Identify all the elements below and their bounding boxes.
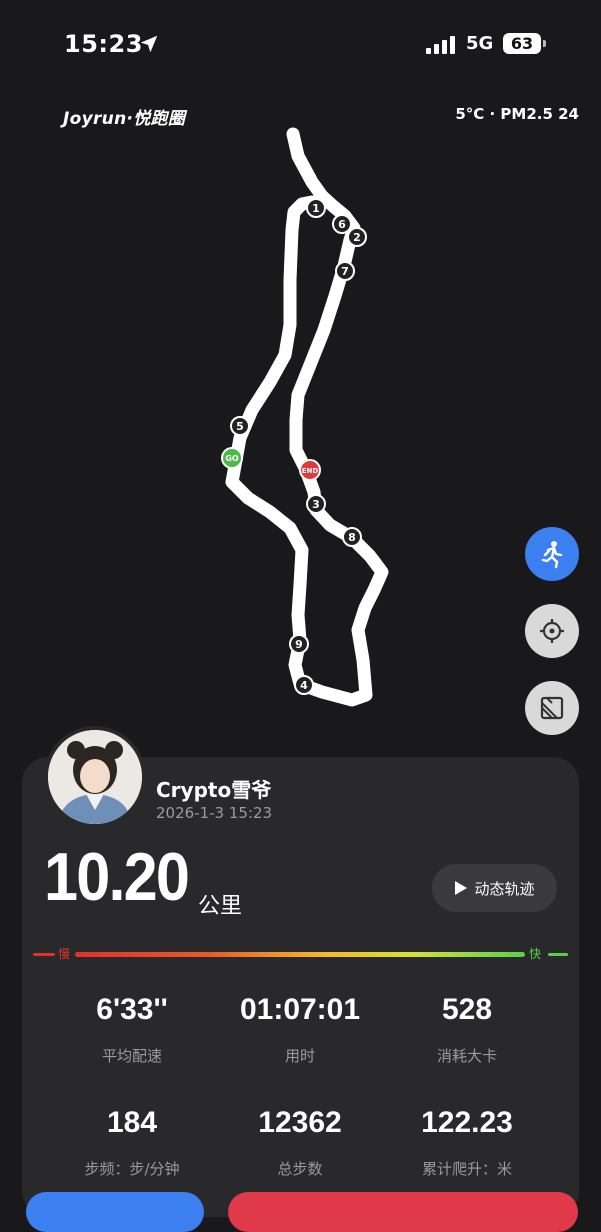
stat-value: 528 <box>441 993 493 1026</box>
stat-value: 184 <box>106 1106 158 1139</box>
stat-value: 12362 <box>258 1106 342 1139</box>
svg-text:9: 9 <box>295 638 303 651</box>
stat-label: 用时 <box>284 1047 315 1065</box>
km-marker-5: 5 <box>230 416 250 436</box>
svg-text:8: 8 <box>348 531 356 544</box>
user-avatar[interactable] <box>44 726 146 828</box>
stat-duration: 01:07:01 用时 <box>210 993 390 1066</box>
start-marker: GO <box>221 447 243 469</box>
stat-label: 累计爬升：米 <box>421 1160 512 1178</box>
route-track <box>225 127 389 707</box>
pace-gradient-bar <box>75 952 525 957</box>
svg-text:2: 2 <box>353 231 361 244</box>
map-style-button[interactable] <box>525 681 579 735</box>
stat-label: 总步数 <box>277 1160 323 1178</box>
km-marker-4: 4 <box>294 675 314 695</box>
km-marker-7: 7 <box>335 261 355 281</box>
distance-value: 10.20 <box>44 839 190 915</box>
stat-total-steps: 12362 总步数 <box>210 1106 390 1179</box>
cellular-signal-icon <box>426 36 455 54</box>
km-marker-6: 6 <box>332 214 352 234</box>
km-marker-1: 1 <box>306 198 326 218</box>
runner-view-button[interactable] <box>525 527 579 581</box>
stat-label: 平均配速 <box>101 1047 162 1065</box>
svg-text:6: 6 <box>338 218 346 231</box>
svg-text:1: 1 <box>312 202 320 215</box>
pace-slow-label: 慢 <box>58 947 71 961</box>
stat-label: 消耗大卡 <box>436 1047 497 1065</box>
km-marker-9: 9 <box>289 634 309 654</box>
battery-tip <box>543 40 546 47</box>
status-bar: 15:23 5G 63 <box>0 0 601 90</box>
distance-unit: 公里 <box>198 894 243 919</box>
svg-text:7: 7 <box>341 265 349 278</box>
route-map[interactable]: 1 6 2 7 5 3 8 9 4 GO END <box>0 120 601 740</box>
svg-text:GO: GO <box>225 454 239 463</box>
km-marker-8: 8 <box>342 527 362 547</box>
svg-text:3: 3 <box>312 498 320 511</box>
crosshair-icon <box>540 619 564 643</box>
run-datetime: 2026-1-3 15:23 <box>156 804 273 822</box>
bottom-left-button[interactable] <box>26 1192 204 1232</box>
play-icon <box>455 881 468 895</box>
pace-bar-right-cap <box>548 953 568 956</box>
battery-level: 63 <box>510 34 534 53</box>
stat-cadence: 184 步频：步/分钟 <box>42 1106 222 1179</box>
location-arrow-icon <box>140 35 158 53</box>
km-marker-3: 3 <box>306 494 326 514</box>
svg-text:5: 5 <box>236 420 244 433</box>
svg-text:END: END <box>302 467 319 475</box>
stat-calories: 528 消耗大卡 <box>377 993 557 1066</box>
user-name: Crypto雪爷 <box>156 778 272 802</box>
network-type: 5G <box>466 33 494 54</box>
runner-icon <box>541 541 563 569</box>
stat-value: 01:07:01 <box>239 993 361 1026</box>
stat-value: 6'33'' <box>96 993 168 1026</box>
stat-value: 122.23 <box>421 1106 513 1139</box>
stat-label: 步频：步/分钟 <box>84 1160 180 1178</box>
map-layer-icon <box>540 696 564 720</box>
pace-fast-label: 快 <box>529 947 542 961</box>
stat-avg-pace: 6'33'' 平均配速 <box>42 993 222 1066</box>
stat-elevation-gain: 122.23 累计爬升：米 <box>377 1106 557 1179</box>
dynamic-track-button[interactable]: 动态轨迹 <box>432 864 557 912</box>
battery-icon: 63 <box>503 33 541 54</box>
pace-bar-left-cap <box>33 953 55 956</box>
end-marker: END <box>299 459 321 481</box>
bottom-right-button[interactable] <box>228 1192 578 1232</box>
dynamic-track-label: 动态轨迹 <box>474 879 535 898</box>
status-time: 15:23 <box>64 30 143 58</box>
svg-text:4: 4 <box>300 679 308 692</box>
locate-button[interactable] <box>525 604 579 658</box>
km-marker-2: 2 <box>347 227 367 247</box>
avatar-illustration <box>48 730 142 824</box>
